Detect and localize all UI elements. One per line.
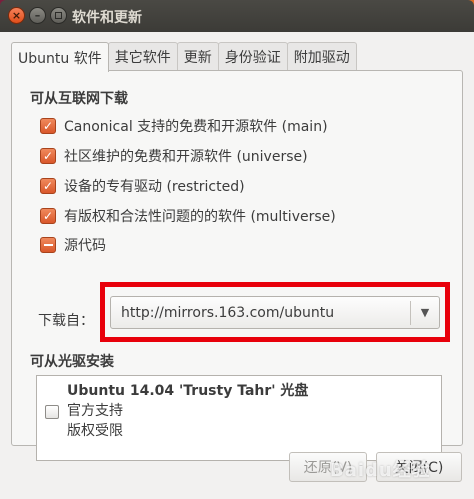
source-universe-row[interactable]: ✓ 社区维护的免费和开源软件 (universe) [40, 146, 308, 166]
source-restricted-row[interactable]: ✓ 设备的专有驱动 (restricted) [40, 176, 245, 196]
source-code-label: 源代码 [64, 238, 106, 254]
source-main-checkbox[interactable]: ✓ [40, 118, 56, 134]
window-title: 软件和更新 [72, 10, 142, 26]
tab-panel: 可从互联网下载 ✓ Canonical 支持的免费和开源软件 (main) ✓ … [11, 70, 463, 461]
tab-other-software[interactable]: 其它软件 [107, 42, 178, 71]
tab-additional-drivers[interactable]: 附加驱动 [286, 42, 357, 71]
red-highlight-box [100, 282, 450, 342]
tab-ubuntu-software[interactable]: Ubuntu 软件 [11, 42, 109, 72]
cdrom-section-title: 可从光驱安装 [30, 354, 114, 370]
source-main-label: Canonical 支持的免费和开源软件 (main) [64, 119, 328, 135]
baidu-watermark: Baidu经验 [330, 460, 431, 481]
source-universe-label: 社区维护的免费和开源软件 (universe) [64, 149, 308, 165]
internet-section-title: 可从互联网下载 [30, 91, 128, 107]
source-universe-checkbox[interactable]: ✓ [40, 148, 56, 164]
source-main-row[interactable]: ✓ Canonical 支持的免费和开源软件 (main) [40, 116, 328, 136]
cdrom-item[interactable]: Ubuntu 14.04 'Trusty Tahr' 光盘 官方支持 版权受限 [67, 381, 308, 441]
tab-bar: Ubuntu 软件 其它软件 更新 身份验证 附加驱动 [11, 42, 357, 72]
tab-updates[interactable]: 更新 [176, 42, 219, 71]
window-body: Ubuntu 软件 其它软件 更新 身份验证 附加驱动 可从互联网下载 ✓ Ca… [0, 32, 474, 499]
source-code-row[interactable]: 源代码 [40, 235, 106, 255]
cdrom-checkbox[interactable] [45, 405, 59, 419]
title-bar: × – 软件和更新 [0, 0, 474, 32]
cdrom-disc-title: Ubuntu 14.04 'Trusty Tahr' 光盘 [67, 383, 309, 399]
source-code-checkbox[interactable] [40, 237, 56, 253]
cdrom-list: Ubuntu 14.04 'Trusty Tahr' 光盘 官方支持 版权受限 [36, 375, 442, 461]
minimize-window-icon[interactable]: – [29, 7, 46, 24]
source-multiverse-checkbox[interactable]: ✓ [40, 208, 56, 224]
close-window-icon[interactable]: × [8, 7, 25, 24]
source-multiverse-row[interactable]: ✓ 有版权和合法性问题的的软件 (multiverse) [40, 206, 336, 226]
cdrom-line-official: 官方支持 [67, 403, 123, 419]
download-from-label: 下载自： [38, 313, 94, 329]
maximize-window-icon[interactable] [50, 7, 67, 24]
cdrom-line-restricted: 版权受限 [67, 423, 123, 439]
tab-authentication[interactable]: 身份验证 [217, 42, 288, 71]
source-restricted-checkbox[interactable]: ✓ [40, 178, 56, 194]
source-multiverse-label: 有版权和合法性问题的的软件 (multiverse) [64, 209, 336, 225]
source-restricted-label: 设备的专有驱动 (restricted) [64, 179, 245, 195]
